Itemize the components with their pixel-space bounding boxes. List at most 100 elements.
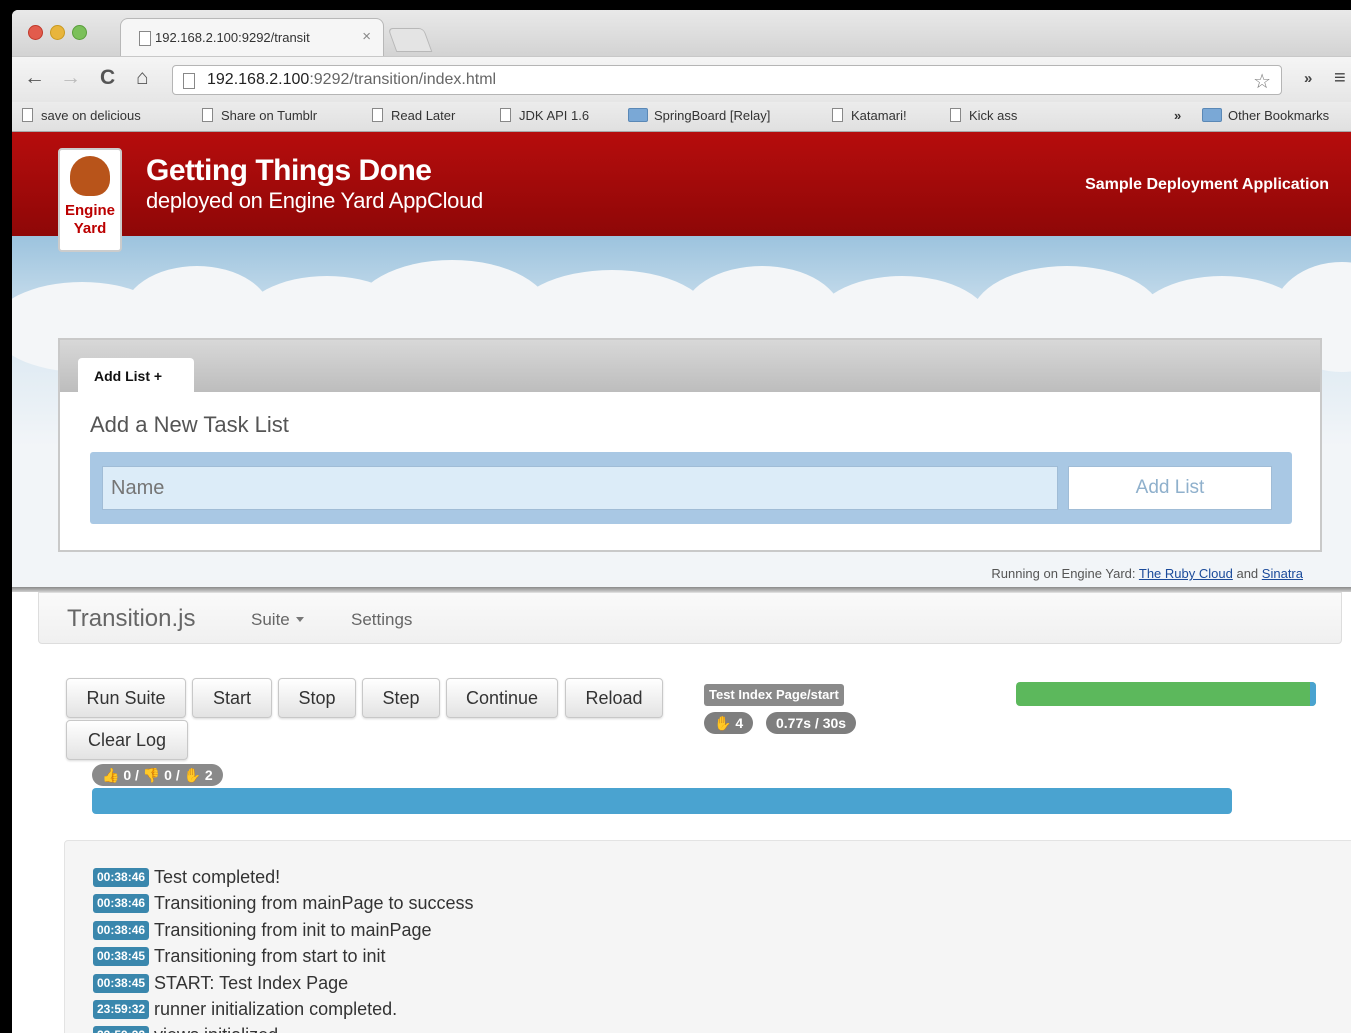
bookmark-item[interactable]: save on delicious <box>22 108 141 123</box>
log-line: 23:59:32 runner initialization completed. <box>93 999 397 1023</box>
transition-panel: Transition.js Suite Settings Run Suite S… <box>12 592 1351 1033</box>
forward-arrow-icon[interactable]: → <box>60 66 81 90</box>
sinatra-link[interactable]: Sinatra <box>1262 566 1303 581</box>
engine-yard-logo[interactable]: Engine Yard <box>58 148 122 252</box>
thumbs-down-icon: 👎 <box>142 767 161 783</box>
minimize-window-button[interactable] <box>50 25 65 40</box>
bookmarks-overflow-button[interactable]: » <box>1174 108 1181 123</box>
url-text[interactable]: 192.168.2.100:9292/transition/index.html <box>207 71 496 89</box>
add-list-panel: Add List + Add a New Task List Add List <box>58 338 1322 552</box>
bookmark-label: Other Bookmarks <box>1228 108 1330 123</box>
add-list-button[interactable]: Add List <box>1068 466 1272 510</box>
ruby-cloud-link[interactable]: The Ruby Cloud <box>1139 566 1233 581</box>
log-timestamp: 23:59:32 <box>93 1026 150 1033</box>
extensions-overflow-icon[interactable]: » <box>1304 70 1312 87</box>
bookmark-star-icon[interactable]: ☆ <box>1253 69 1271 94</box>
thumbs-up-icon: ✋ <box>714 715 732 731</box>
url-path: :9292/transition/index.html <box>309 71 497 88</box>
run-suite-button[interactable]: Run Suite <box>66 678 186 718</box>
nav-suite-dropdown[interactable]: Suite <box>251 610 304 630</box>
tab-label: Add List + <box>94 368 163 384</box>
continue-button[interactable]: Continue <box>446 678 558 718</box>
current-test-label: Test Index Page/start <box>704 684 844 706</box>
home-icon[interactable]: ⌂ <box>136 66 149 90</box>
close-window-button[interactable] <box>28 25 43 40</box>
footer-text: Running on Engine Yard: <box>991 566 1136 581</box>
address-bar[interactable]: 192.168.2.100:9292/transition/index.html… <box>172 65 1282 95</box>
log-timestamp: 00:38:45 <box>93 947 150 967</box>
list-name-input[interactable] <box>102 466 1058 510</box>
nav-suite-label: Suite <box>251 610 290 629</box>
page-icon <box>22 108 33 122</box>
menu-icon[interactable]: ≡ <box>1334 67 1346 90</box>
thumbs-up-icon: 👍 <box>102 767 120 783</box>
suite-progress-fill <box>92 788 1232 814</box>
log-message: Test completed! <box>154 867 281 887</box>
suite-progress-bar <box>92 788 1232 814</box>
bookmark-item[interactable]: JDK API 1.6 <box>500 108 589 123</box>
page-icon <box>950 108 961 122</box>
page-icon <box>832 108 843 122</box>
page-icon <box>500 108 511 122</box>
bookmark-label: Kick ass <box>969 108 1018 123</box>
folder-icon <box>1202 108 1222 122</box>
bookmark-label: Katamari! <box>851 108 907 123</box>
bookmark-label: JDK API 1.6 <box>519 108 590 123</box>
footer-credits: Running on Engine Yard: The Ruby Cloud a… <box>991 566 1303 581</box>
passed-count: 0 <box>123 767 132 783</box>
test-progress-fill <box>1016 682 1316 706</box>
transition-navbar: Transition.js Suite Settings <box>38 592 1342 644</box>
new-tab-button[interactable] <box>387 28 433 52</box>
engineyard-page: Getting Things Done deployed on Engine Y… <box>12 132 1351 587</box>
log-line: 00:38:46 Transitioning from init to mainP… <box>93 920 432 944</box>
header-banner: Getting Things Done deployed on Engine Y… <box>12 132 1351 236</box>
log-message: Transitioning from start to init <box>154 946 386 967</box>
relay-icon <box>628 108 648 122</box>
reload-icon[interactable]: C <box>100 66 115 90</box>
tab-strip: 192.168.2.100:9292/transit × <box>12 10 1351 56</box>
url-host: 192.168.2.100 <box>207 71 310 88</box>
stop-button[interactable]: Stop <box>278 678 356 718</box>
bookmark-item[interactable]: SpringBoard [Relay] <box>628 108 770 123</box>
log-timestamp: 00:38:45 <box>93 973 150 993</box>
log-line: 00:38:45 START: Test Index Page <box>93 973 348 997</box>
brand-title[interactable]: Transition.js <box>67 605 195 633</box>
other-bookmarks-folder[interactable]: Other Bookmarks <box>1202 108 1329 123</box>
bookmark-item[interactable]: Katamari! <box>832 108 907 123</box>
page-icon <box>202 108 213 122</box>
mascot-icon <box>70 156 110 196</box>
log-line: 23:59:32 views initialized <box>93 1025 278 1033</box>
browser-tab[interactable]: 192.168.2.100:9292/transit × <box>120 18 384 56</box>
panel-heading: Add a New Task List <box>90 412 289 437</box>
page-icon <box>372 108 383 122</box>
header-right-text: Sample Deployment Application <box>1085 176 1329 193</box>
suite-stats-badge: 👍 0 / 👎 0 / ✋ 2 <box>92 764 223 786</box>
bookmark-item[interactable]: Share on Tumblr <box>202 108 317 123</box>
back-arrow-icon[interactable]: ← <box>24 66 45 90</box>
bookmark-item[interactable]: Kick ass <box>950 108 1017 123</box>
step-button[interactable]: Step <box>362 678 440 718</box>
failed-count: 0 <box>164 767 172 783</box>
bookmark-item[interactable]: Read Later <box>372 108 455 123</box>
caret-down-icon <box>295 617 304 622</box>
start-button[interactable]: Start <box>192 678 272 718</box>
log-line: 00:38:46 Test completed! <box>93 867 280 891</box>
zoom-window-button[interactable] <box>72 25 87 40</box>
logo-text: Engine Yard <box>64 202 115 237</box>
clear-log-button[interactable]: Clear Log <box>66 720 188 760</box>
tab-add-list[interactable]: Add List + <box>78 358 194 392</box>
timing-badge: 0.77s / 30s <box>766 712 857 734</box>
footer-text: and <box>1236 566 1259 581</box>
panel-tabs: Add List + <box>60 340 1320 392</box>
nav-settings[interactable]: Settings <box>351 610 412 630</box>
close-tab-icon[interactable]: × <box>362 28 371 45</box>
log-timestamp: 23:59:32 <box>93 1000 150 1019</box>
log-line: 00:38:46 Transitioning from mainPage to s… <box>93 893 474 917</box>
bookmarks-bar: save on delicious Share on Tumblr Read L… <box>12 102 1351 132</box>
bookmark-label: save on delicious <box>41 108 141 123</box>
log-message: runner initialization completed. <box>154 999 398 1019</box>
reload-button[interactable]: Reload <box>565 678 663 718</box>
log-message: Transitioning from init to mainPage <box>154 919 432 940</box>
bookmark-label: Read Later <box>391 108 456 123</box>
log-message: START: Test Index Page <box>154 972 349 993</box>
